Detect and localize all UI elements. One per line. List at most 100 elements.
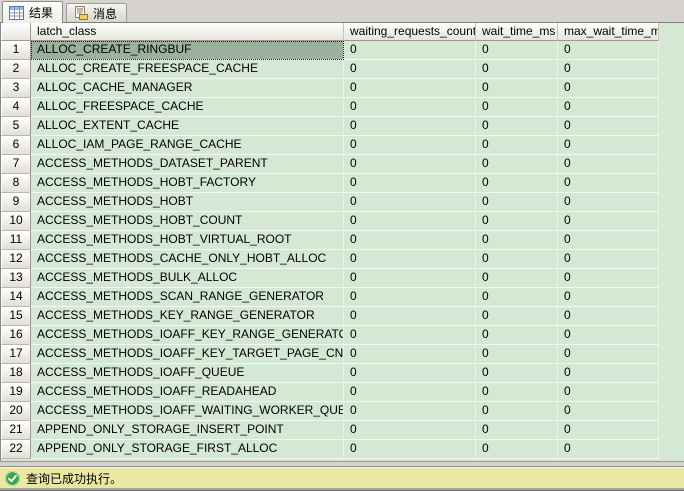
cell-latch-class[interactable]: ACCESS_METHODS_IOAFF_KEY_TARGET_PAGE_CNT <box>31 345 344 364</box>
cell-max-wait-time-ms[interactable]: 0 <box>558 174 659 193</box>
cell-max-wait-time-ms[interactable]: 0 <box>558 250 659 269</box>
row-number[interactable]: 9 <box>1 193 31 212</box>
cell-latch-class[interactable]: ALLOC_FREESPACE_CACHE <box>31 98 344 117</box>
cell-max-wait-time-ms[interactable]: 0 <box>558 117 659 136</box>
cell-waiting-requests-count[interactable]: 0 <box>344 79 476 98</box>
cell-latch-class[interactable]: ALLOC_CREATE_RINGBUF <box>31 41 344 60</box>
cell-waiting-requests-count[interactable]: 0 <box>344 421 476 440</box>
row-number[interactable]: 18 <box>1 364 31 383</box>
cell-waiting-requests-count[interactable]: 0 <box>344 174 476 193</box>
cell-max-wait-time-ms[interactable]: 0 <box>558 421 659 440</box>
cell-waiting-requests-count[interactable]: 0 <box>344 193 476 212</box>
cell-wait-time-ms[interactable]: 0 <box>476 250 558 269</box>
cell-wait-time-ms[interactable]: 0 <box>476 136 558 155</box>
cell-wait-time-ms[interactable]: 0 <box>476 288 558 307</box>
cell-latch-class[interactable]: APPEND_ONLY_STORAGE_FIRST_ALLOC <box>31 440 344 459</box>
cell-waiting-requests-count[interactable]: 0 <box>344 98 476 117</box>
row-number[interactable]: 2 <box>1 60 31 79</box>
cell-max-wait-time-ms[interactable]: 0 <box>558 212 659 231</box>
cell-wait-time-ms[interactable]: 0 <box>476 231 558 250</box>
row-number[interactable]: 7 <box>1 155 31 174</box>
cell-waiting-requests-count[interactable]: 0 <box>344 136 476 155</box>
cell-max-wait-time-ms[interactable]: 0 <box>558 364 659 383</box>
cell-wait-time-ms[interactable]: 0 <box>476 174 558 193</box>
cell-latch-class[interactable]: ACCESS_METHODS_DATASET_PARENT <box>31 155 344 174</box>
cell-latch-class[interactable]: ACCESS_METHODS_HOBT_FACTORY <box>31 174 344 193</box>
row-number[interactable]: 1 <box>1 41 31 60</box>
cell-wait-time-ms[interactable]: 0 <box>476 326 558 345</box>
row-number[interactable]: 15 <box>1 307 31 326</box>
cell-latch-class[interactable]: APPEND_ONLY_STORAGE_INSERT_POINT <box>31 421 344 440</box>
cell-wait-time-ms[interactable]: 0 <box>476 60 558 79</box>
cell-max-wait-time-ms[interactable]: 0 <box>558 440 659 459</box>
cell-waiting-requests-count[interactable]: 0 <box>344 383 476 402</box>
cell-max-wait-time-ms[interactable]: 0 <box>558 41 659 60</box>
cell-max-wait-time-ms[interactable]: 0 <box>558 326 659 345</box>
row-number[interactable]: 8 <box>1 174 31 193</box>
cell-waiting-requests-count[interactable]: 0 <box>344 155 476 174</box>
cell-latch-class[interactable]: ACCESS_METHODS_IOAFF_QUEUE <box>31 364 344 383</box>
cell-wait-time-ms[interactable]: 0 <box>476 307 558 326</box>
cell-latch-class[interactable]: ACCESS_METHODS_IOAFF_KEY_RANGE_GENERATOR <box>31 326 344 345</box>
cell-latch-class[interactable]: ACCESS_METHODS_IOAFF_WAITING_WORKER_QUEU… <box>31 402 344 421</box>
cell-max-wait-time-ms[interactable]: 0 <box>558 383 659 402</box>
cell-wait-time-ms[interactable]: 0 <box>476 155 558 174</box>
cell-latch-class[interactable]: ACCESS_METHODS_HOBT_COUNT <box>31 212 344 231</box>
cell-max-wait-time-ms[interactable]: 0 <box>558 269 659 288</box>
cell-waiting-requests-count[interactable]: 0 <box>344 364 476 383</box>
cell-latch-class[interactable]: ALLOC_CACHE_MANAGER <box>31 79 344 98</box>
cell-latch-class[interactable]: ACCESS_METHODS_IOAFF_READAHEAD <box>31 383 344 402</box>
cell-max-wait-time-ms[interactable]: 0 <box>558 98 659 117</box>
cell-waiting-requests-count[interactable]: 0 <box>344 269 476 288</box>
tab-messages[interactable]: 消息 <box>66 3 127 22</box>
row-number[interactable]: 20 <box>1 402 31 421</box>
cell-max-wait-time-ms[interactable]: 0 <box>558 136 659 155</box>
cell-waiting-requests-count[interactable]: 0 <box>344 117 476 136</box>
cell-max-wait-time-ms[interactable]: 0 <box>558 79 659 98</box>
row-number[interactable]: 3 <box>1 79 31 98</box>
column-header-wait-time-ms[interactable]: wait_time_ms <box>476 23 558 41</box>
cell-wait-time-ms[interactable]: 0 <box>476 345 558 364</box>
cell-wait-time-ms[interactable]: 0 <box>476 193 558 212</box>
row-number[interactable]: 13 <box>1 269 31 288</box>
cell-wait-time-ms[interactable]: 0 <box>476 117 558 136</box>
cell-wait-time-ms[interactable]: 0 <box>476 41 558 60</box>
row-number[interactable]: 22 <box>1 440 31 459</box>
cell-waiting-requests-count[interactable]: 0 <box>344 212 476 231</box>
cell-waiting-requests-count[interactable]: 0 <box>344 288 476 307</box>
row-number[interactable]: 19 <box>1 383 31 402</box>
column-header-waiting-requests-count[interactable]: waiting_requests_count <box>344 23 476 41</box>
cell-max-wait-time-ms[interactable]: 0 <box>558 402 659 421</box>
row-number[interactable]: 16 <box>1 326 31 345</box>
cell-waiting-requests-count[interactable]: 0 <box>344 250 476 269</box>
row-number[interactable]: 14 <box>1 288 31 307</box>
cell-max-wait-time-ms[interactable]: 0 <box>558 307 659 326</box>
cell-latch-class[interactable]: ACCESS_METHODS_HOBT <box>31 193 344 212</box>
row-number[interactable]: 21 <box>1 421 31 440</box>
cell-waiting-requests-count[interactable]: 0 <box>344 307 476 326</box>
row-number[interactable]: 17 <box>1 345 31 364</box>
cell-wait-time-ms[interactable]: 0 <box>476 98 558 117</box>
cell-max-wait-time-ms[interactable]: 0 <box>558 288 659 307</box>
cell-waiting-requests-count[interactable]: 0 <box>344 231 476 250</box>
row-number[interactable]: 11 <box>1 231 31 250</box>
cell-wait-time-ms[interactable]: 0 <box>476 383 558 402</box>
cell-latch-class[interactable]: ALLOC_EXTENT_CACHE <box>31 117 344 136</box>
row-number[interactable]: 5 <box>1 117 31 136</box>
grid-corner-cell[interactable] <box>1 23 31 41</box>
cell-latch-class[interactable]: ALLOC_IAM_PAGE_RANGE_CACHE <box>31 136 344 155</box>
cell-waiting-requests-count[interactable]: 0 <box>344 60 476 79</box>
cell-max-wait-time-ms[interactable]: 0 <box>558 193 659 212</box>
row-number[interactable]: 4 <box>1 98 31 117</box>
cell-latch-class[interactable]: ACCESS_METHODS_KEY_RANGE_GENERATOR <box>31 307 344 326</box>
cell-waiting-requests-count[interactable]: 0 <box>344 345 476 364</box>
cell-wait-time-ms[interactable]: 0 <box>476 269 558 288</box>
cell-max-wait-time-ms[interactable]: 0 <box>558 60 659 79</box>
row-number[interactable]: 10 <box>1 212 31 231</box>
row-number[interactable]: 12 <box>1 250 31 269</box>
cell-latch-class[interactable]: ACCESS_METHODS_SCAN_RANGE_GENERATOR <box>31 288 344 307</box>
tab-results[interactable]: 结果 <box>2 1 63 23</box>
cell-waiting-requests-count[interactable]: 0 <box>344 41 476 60</box>
cell-wait-time-ms[interactable]: 0 <box>476 212 558 231</box>
cell-max-wait-time-ms[interactable]: 0 <box>558 155 659 174</box>
